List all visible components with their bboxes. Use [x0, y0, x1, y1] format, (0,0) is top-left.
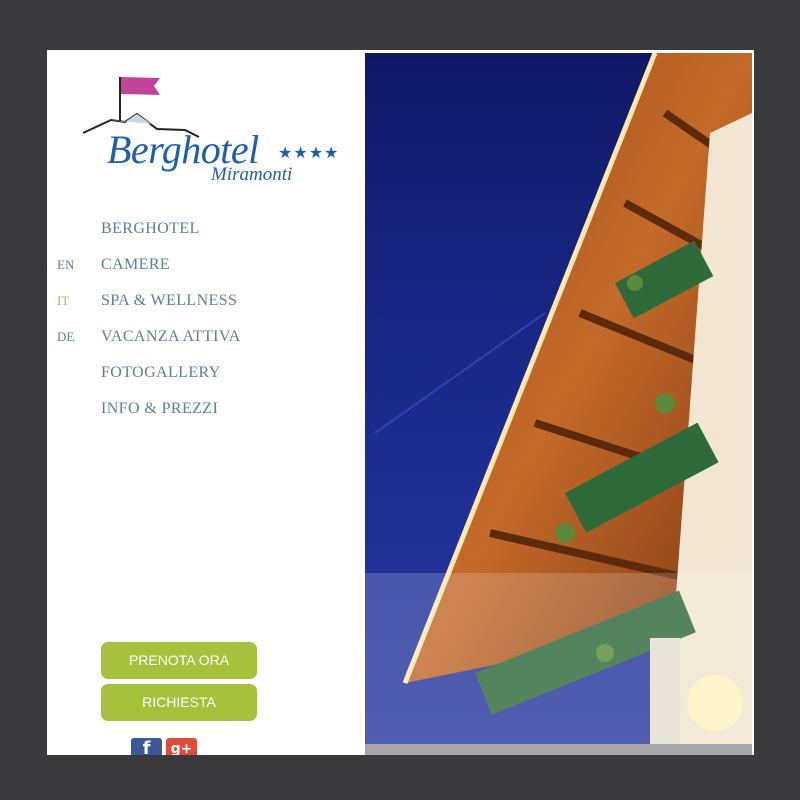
nav-item-info-prezzi[interactable]: INFO & PREZZI [101, 398, 241, 434]
nav-item-fotogallery[interactable]: FOTOGALLERY [101, 362, 241, 398]
hero-photo [365, 53, 752, 744]
nav-item-berghotel[interactable]: BERGHOTEL [101, 218, 241, 254]
language-it[interactable]: IT [57, 293, 69, 309]
language-de[interactable]: DE [57, 329, 74, 345]
book-now-button[interactable]: PRENOTA ORA [101, 642, 257, 679]
facebook-icon[interactable]: f [131, 738, 162, 755]
google-plus-icon[interactable]: g+ [166, 738, 197, 755]
logo[interactable]: Berghotel ★★★★ Miramonti [81, 74, 341, 185]
page-frame: Berghotel ★★★★ Miramonti EN IT DE BERGHO… [47, 50, 754, 755]
logo-stars: ★★★★ [278, 143, 340, 162]
sidebar: Berghotel ★★★★ Miramonti EN IT DE BERGHO… [47, 50, 365, 755]
photo-caption-bar [365, 744, 752, 755]
language-en[interactable]: EN [57, 257, 74, 273]
nav-item-spa-wellness[interactable]: SPA & WELLNESS [101, 290, 241, 326]
logo-subtitle: Miramonti [211, 164, 293, 185]
nav-item-camere[interactable]: CAMERE [101, 254, 241, 290]
main-nav: BERGHOTEL CAMERE SPA & WELLNESS VACANZA … [101, 218, 241, 434]
nav-item-vacanza-attiva[interactable]: VACANZA ATTIVA [101, 326, 241, 362]
request-button[interactable]: RICHIESTA [101, 684, 257, 721]
